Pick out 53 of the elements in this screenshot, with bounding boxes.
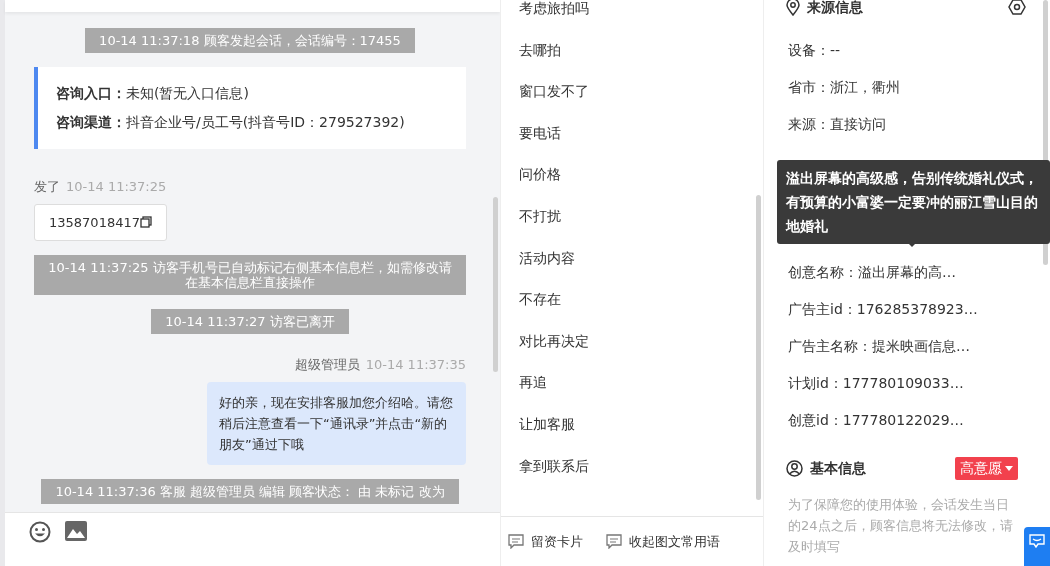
- info-row: 设备：--: [788, 42, 841, 58]
- phrase-item[interactable]: 要电话: [519, 124, 561, 141]
- status-dropdown[interactable]: 高意愿: [954, 457, 1018, 480]
- chat-float-button[interactable]: [1024, 527, 1050, 566]
- info-row: 创意id：177780122029…: [788, 412, 964, 428]
- sender-name: 超级管理员: [294, 356, 360, 374]
- system-message: 10-14 11:37:36 客服 超级管理员 编辑 顾客状态： 由 未标记 改为: [41, 478, 459, 504]
- info-row: 广告主名称：提米映画信息…: [788, 338, 970, 354]
- section-title: 来源信息: [807, 0, 863, 17]
- info-row: 来源：直接访问: [788, 116, 886, 132]
- chat-icon: [1029, 534, 1045, 548]
- scrollbar[interactable]: [756, 195, 761, 500]
- location-pin-icon: [786, 0, 800, 16]
- notice-text: 为了保障您的使用体验，会话发生当日的24点之后，顾客信息将无法修改，请及时填写: [788, 496, 1014, 556]
- sender-name: 发了: [34, 178, 60, 196]
- info-row: 广告主id：176285378923…: [788, 301, 978, 317]
- system-message: 10-14 11:37:27 访客已离开: [151, 309, 349, 334]
- chat-icon: [606, 534, 622, 549]
- footer-button[interactable]: 留资卡片: [507, 530, 584, 553]
- phrase-item[interactable]: 问价格: [519, 166, 561, 183]
- chat-icon: [508, 534, 524, 549]
- info-row: 创意名称：溢出屏幕的高…: [788, 264, 956, 280]
- phrase-item[interactable]: 再追: [519, 374, 547, 391]
- message-bubble: 好的亲，现在安排客服加您介绍哈。请您稍后注意查看一下“通讯录”并点击“新的朋友”通过下哦: [207, 381, 466, 465]
- footer-button[interactable]: 收起图文常用语: [605, 530, 721, 553]
- tooltip: 溢出屏幕的高级感，告别传统婚礼仪式，有预算的小富婆一定要冲的丽江雪山目的地婚礼: [777, 160, 1050, 244]
- settings-icon[interactable]: [1008, 0, 1026, 15]
- phrase-item[interactable]: 对比再决定: [519, 332, 589, 349]
- info-line: 咨询入口：未知(暂无入口信息): [56, 84, 250, 103]
- copy-icon[interactable]: [140, 216, 152, 229]
- image-icon[interactable]: [65, 521, 87, 541]
- phrase-item[interactable]: 不打扰: [519, 207, 561, 224]
- system-message: 10-14 11:37:18 顾客发起会话，会话编号：17455: [85, 28, 415, 53]
- phrase-item[interactable]: 去哪拍: [519, 41, 561, 58]
- phrase-item[interactable]: 拿到联系后: [519, 457, 589, 474]
- scrollbar[interactable]: [1043, 0, 1048, 265]
- phrase-item[interactable]: 活动内容: [519, 249, 575, 266]
- message-text: 13587018417: [49, 213, 140, 232]
- info-row: 计划id：177780109033…: [788, 375, 964, 391]
- system-message: 10-14 11:37:25 访客手机号已自动标记右侧基本信息栏，如需修改请在基本信息栏直接操作: [34, 255, 466, 295]
- phrase-item[interactable]: 考虑旅拍吗: [519, 0, 589, 16]
- message-time: 10-14 11:37:25: [66, 178, 167, 196]
- info-row: 省市：浙江，衢州: [788, 79, 900, 95]
- user-icon: [786, 460, 803, 477]
- info-line: 咨询渠道：抖音企业号/员工号(抖音号ID：279527392): [56, 113, 406, 132]
- caret-icon: [1005, 466, 1013, 471]
- section-title: 基本信息: [810, 459, 866, 478]
- phrase-item[interactable]: 不存在: [519, 291, 561, 308]
- phrase-item[interactable]: 让加客服: [519, 415, 575, 432]
- phrase-item[interactable]: 窗口发不了: [519, 83, 589, 100]
- emoji-icon[interactable]: [29, 521, 51, 543]
- message-time: 10-14 11:37:35: [365, 356, 466, 374]
- scrollbar[interactable]: [493, 197, 498, 372]
